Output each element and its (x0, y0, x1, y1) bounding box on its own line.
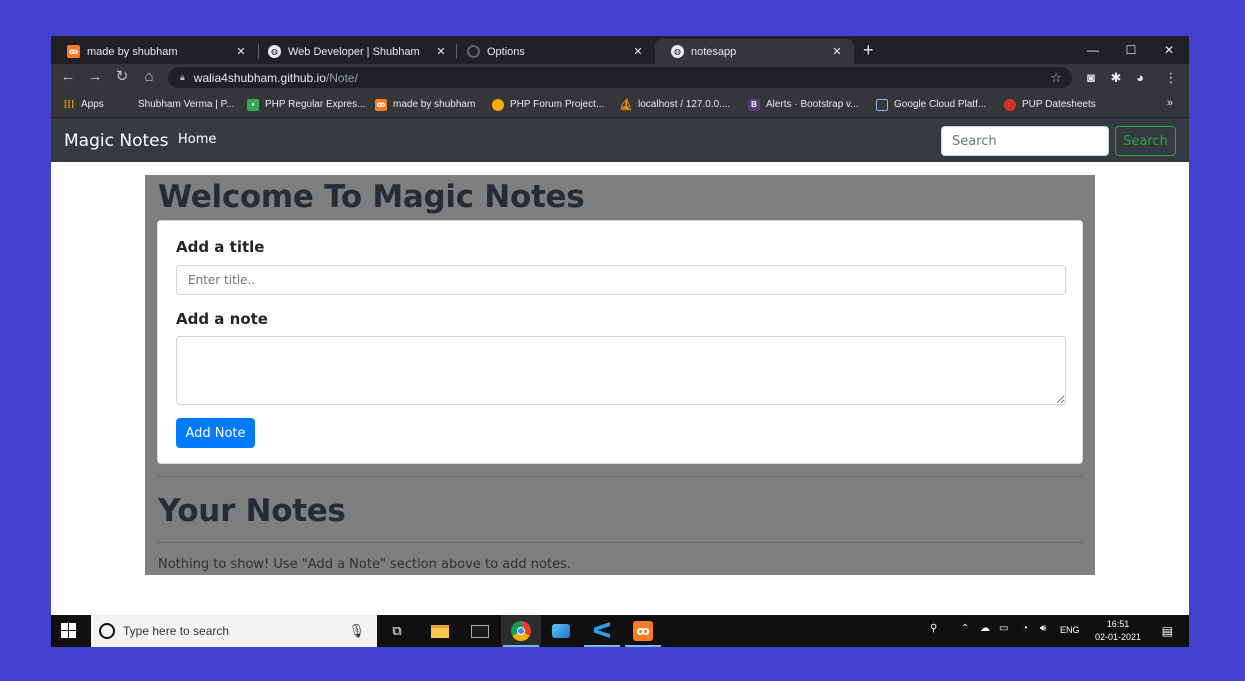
your-notes-heading: Your Notes (158, 493, 346, 529)
cortana-icon (99, 623, 115, 639)
windows-taskbar: Type here to search 🎙︎ ⧉ ᐸ ꝏ ⚲ ⌃ ☁ ▭ ◔ 🔊… (51, 615, 1189, 647)
onedrive-icon[interactable]: ☁ (980, 623, 990, 634)
bookmark-php-regex[interactable]: ▪ PHP Regular Expres... (247, 96, 365, 113)
notification-center-icon[interactable]: ▤ (1162, 624, 1173, 638)
image-icon: ▪ (247, 98, 259, 111)
new-tab-button[interactable]: + (863, 40, 874, 60)
xampp-icon: ꝏ (67, 45, 80, 58)
desktop-screen: ꝏ made by shubham ✕ ◍ Web Developer | Sh… (51, 36, 1189, 647)
empty-notes-message: Nothing to show! Use "Add a Note" sectio… (158, 557, 571, 572)
vscode-icon[interactable]: ᐸ (582, 615, 622, 647)
task-view-icon[interactable]: ⧉ (377, 615, 417, 647)
back-arrow-icon[interactable]: ← (57, 67, 79, 87)
bookmark-google-cloud[interactable]: Google Cloud Platf... (876, 96, 986, 113)
note-textarea[interactable] (176, 336, 1066, 405)
minimize-button[interactable]: — (1075, 40, 1111, 60)
bookmark-shubham-verma[interactable]: Shubham Verma | P... (138, 96, 234, 113)
wifi-icon[interactable]: ◔ (1022, 623, 1028, 634)
file-explorer-icon[interactable] (420, 615, 460, 647)
app-navbar: Magic Notes Home Search (51, 118, 1189, 162)
clock-time: 16:51 (1106, 619, 1130, 629)
globe-icon: ◍ (268, 45, 281, 58)
edge-dev-icon[interactable] (541, 615, 581, 647)
close-tab-icon[interactable]: ✕ (434, 45, 448, 58)
browser-tab-strip: ꝏ made by shubham ✕ ◍ Web Developer | Sh… (51, 36, 1189, 64)
forward-arrow-icon[interactable]: → (84, 67, 106, 87)
globe-icon (492, 98, 504, 111)
bookmarks-bar: ⁞⁞⁞ Apps Shubham Verma | P... ▪ PHP Regu… (51, 91, 1189, 118)
xampp-icon[interactable]: ꝏ (623, 615, 663, 647)
divider (157, 476, 1083, 477)
close-tab-icon[interactable]: ✕ (830, 45, 844, 58)
add-note-button[interactable]: Add Note (176, 418, 255, 448)
bootstrap-icon: B (748, 98, 760, 111)
add-note-card: Add a title Add a note Add Note (157, 220, 1083, 464)
windows-start-icon[interactable] (61, 623, 77, 639)
profile-avatar-icon[interactable]: ◕ (1131, 69, 1149, 87)
bookmark-bootstrap-alerts[interactable]: B Alerts · Bootstrap v... (748, 96, 859, 113)
maximize-button[interactable]: ☐ (1113, 40, 1149, 60)
close-tab-icon[interactable]: ✕ (234, 45, 248, 58)
microphone-icon[interactable]: 🎙︎ (348, 623, 365, 639)
chrome-icon[interactable] (501, 615, 541, 647)
terminal-icon[interactable] (460, 615, 500, 647)
menu-kebab-icon[interactable]: ⋮ (1162, 69, 1180, 87)
people-icon[interactable]: ⚲ (930, 623, 937, 634)
note-label: Add a note (176, 310, 268, 328)
tab-web-developer[interactable]: ◍ Web Developer | Shubham ✕ (252, 39, 458, 64)
divider (157, 542, 1083, 543)
nav-home-link[interactable]: Home (178, 132, 216, 147)
bookmark-pup-datesheets[interactable]: PUP Datesheets (1004, 96, 1096, 113)
close-window-button[interactable]: ✕ (1151, 40, 1187, 60)
bookmark-localhost[interactable]: ⛵︎ localhost / 127.0.0.... (619, 96, 730, 113)
title-input[interactable] (176, 265, 1066, 295)
tab-notesapp[interactable]: ◍ notesapp ✕ (655, 39, 854, 64)
search-button[interactable]: Search (1115, 126, 1176, 156)
taskbar-search-box[interactable]: Type here to search 🎙︎ (91, 615, 377, 647)
browser-toolbar: ← → ↻ ⌂ 🔒︎ walia4shubham.github.io/Note/… (51, 64, 1189, 91)
clock-date: 02-01-2021 (1094, 632, 1141, 642)
url-path: /Note/ (325, 70, 358, 85)
address-bar[interactable]: 🔒︎ walia4shubham.github.io/Note/ ☆ (168, 67, 1072, 88)
bookmarks-overflow-chevron[interactable]: » (1167, 97, 1173, 109)
brand-link[interactable]: Magic Notes (64, 131, 168, 151)
github-icon (467, 45, 480, 58)
bookmark-php-forum[interactable]: PHP Forum Project... (492, 96, 604, 113)
main-container: Welcome To Magic Notes Add a title Add a… (145, 175, 1095, 575)
show-hidden-icons-chevron-icon[interactable]: ⌃ (961, 623, 969, 634)
battery-icon[interactable]: ▭ (999, 623, 1008, 634)
bookmark-star-icon[interactable]: ☆ (1050, 70, 1062, 86)
puzzle-extensions-icon[interactable]: ✱ (1107, 69, 1125, 87)
apps-grid-icon: ⁞⁞⁞ (63, 98, 75, 111)
volume-icon[interactable]: 🔊︎ (1040, 623, 1046, 634)
lock-icon: 🔒︎ (180, 72, 185, 82)
home-icon[interactable]: ⌂ (138, 67, 160, 87)
search-input[interactable] (941, 126, 1109, 156)
reload-icon[interactable]: ↻ (111, 67, 133, 87)
pup-icon (1004, 98, 1016, 111)
url-host: walia4shubham.github.io (193, 70, 326, 85)
tab-options[interactable]: Options ✕ (451, 39, 655, 64)
tab-made-by-shubham[interactable]: ꝏ made by shubham ✕ (51, 39, 258, 64)
gcp-icon (876, 98, 888, 111)
title-label: Add a title (176, 238, 265, 256)
close-tab-icon[interactable]: ✕ (631, 45, 645, 58)
phpmyadmin-icon: ⛵︎ (619, 99, 633, 111)
globe-icon: ◍ (671, 45, 684, 58)
extension-icon[interactable]: ◙ (1082, 69, 1100, 87)
xampp-icon: ꝏ (375, 98, 387, 111)
taskbar-clock[interactable]: 16:51 02-01-2021 (1095, 618, 1141, 644)
bookmark-made-by-shubham[interactable]: ꝏ made by shubham (375, 96, 475, 113)
bookmark-apps[interactable]: ⁞⁞⁞ Apps (63, 96, 104, 113)
welcome-heading: Welcome To Magic Notes (158, 179, 585, 215)
language-indicator[interactable]: ENG (1060, 625, 1080, 635)
